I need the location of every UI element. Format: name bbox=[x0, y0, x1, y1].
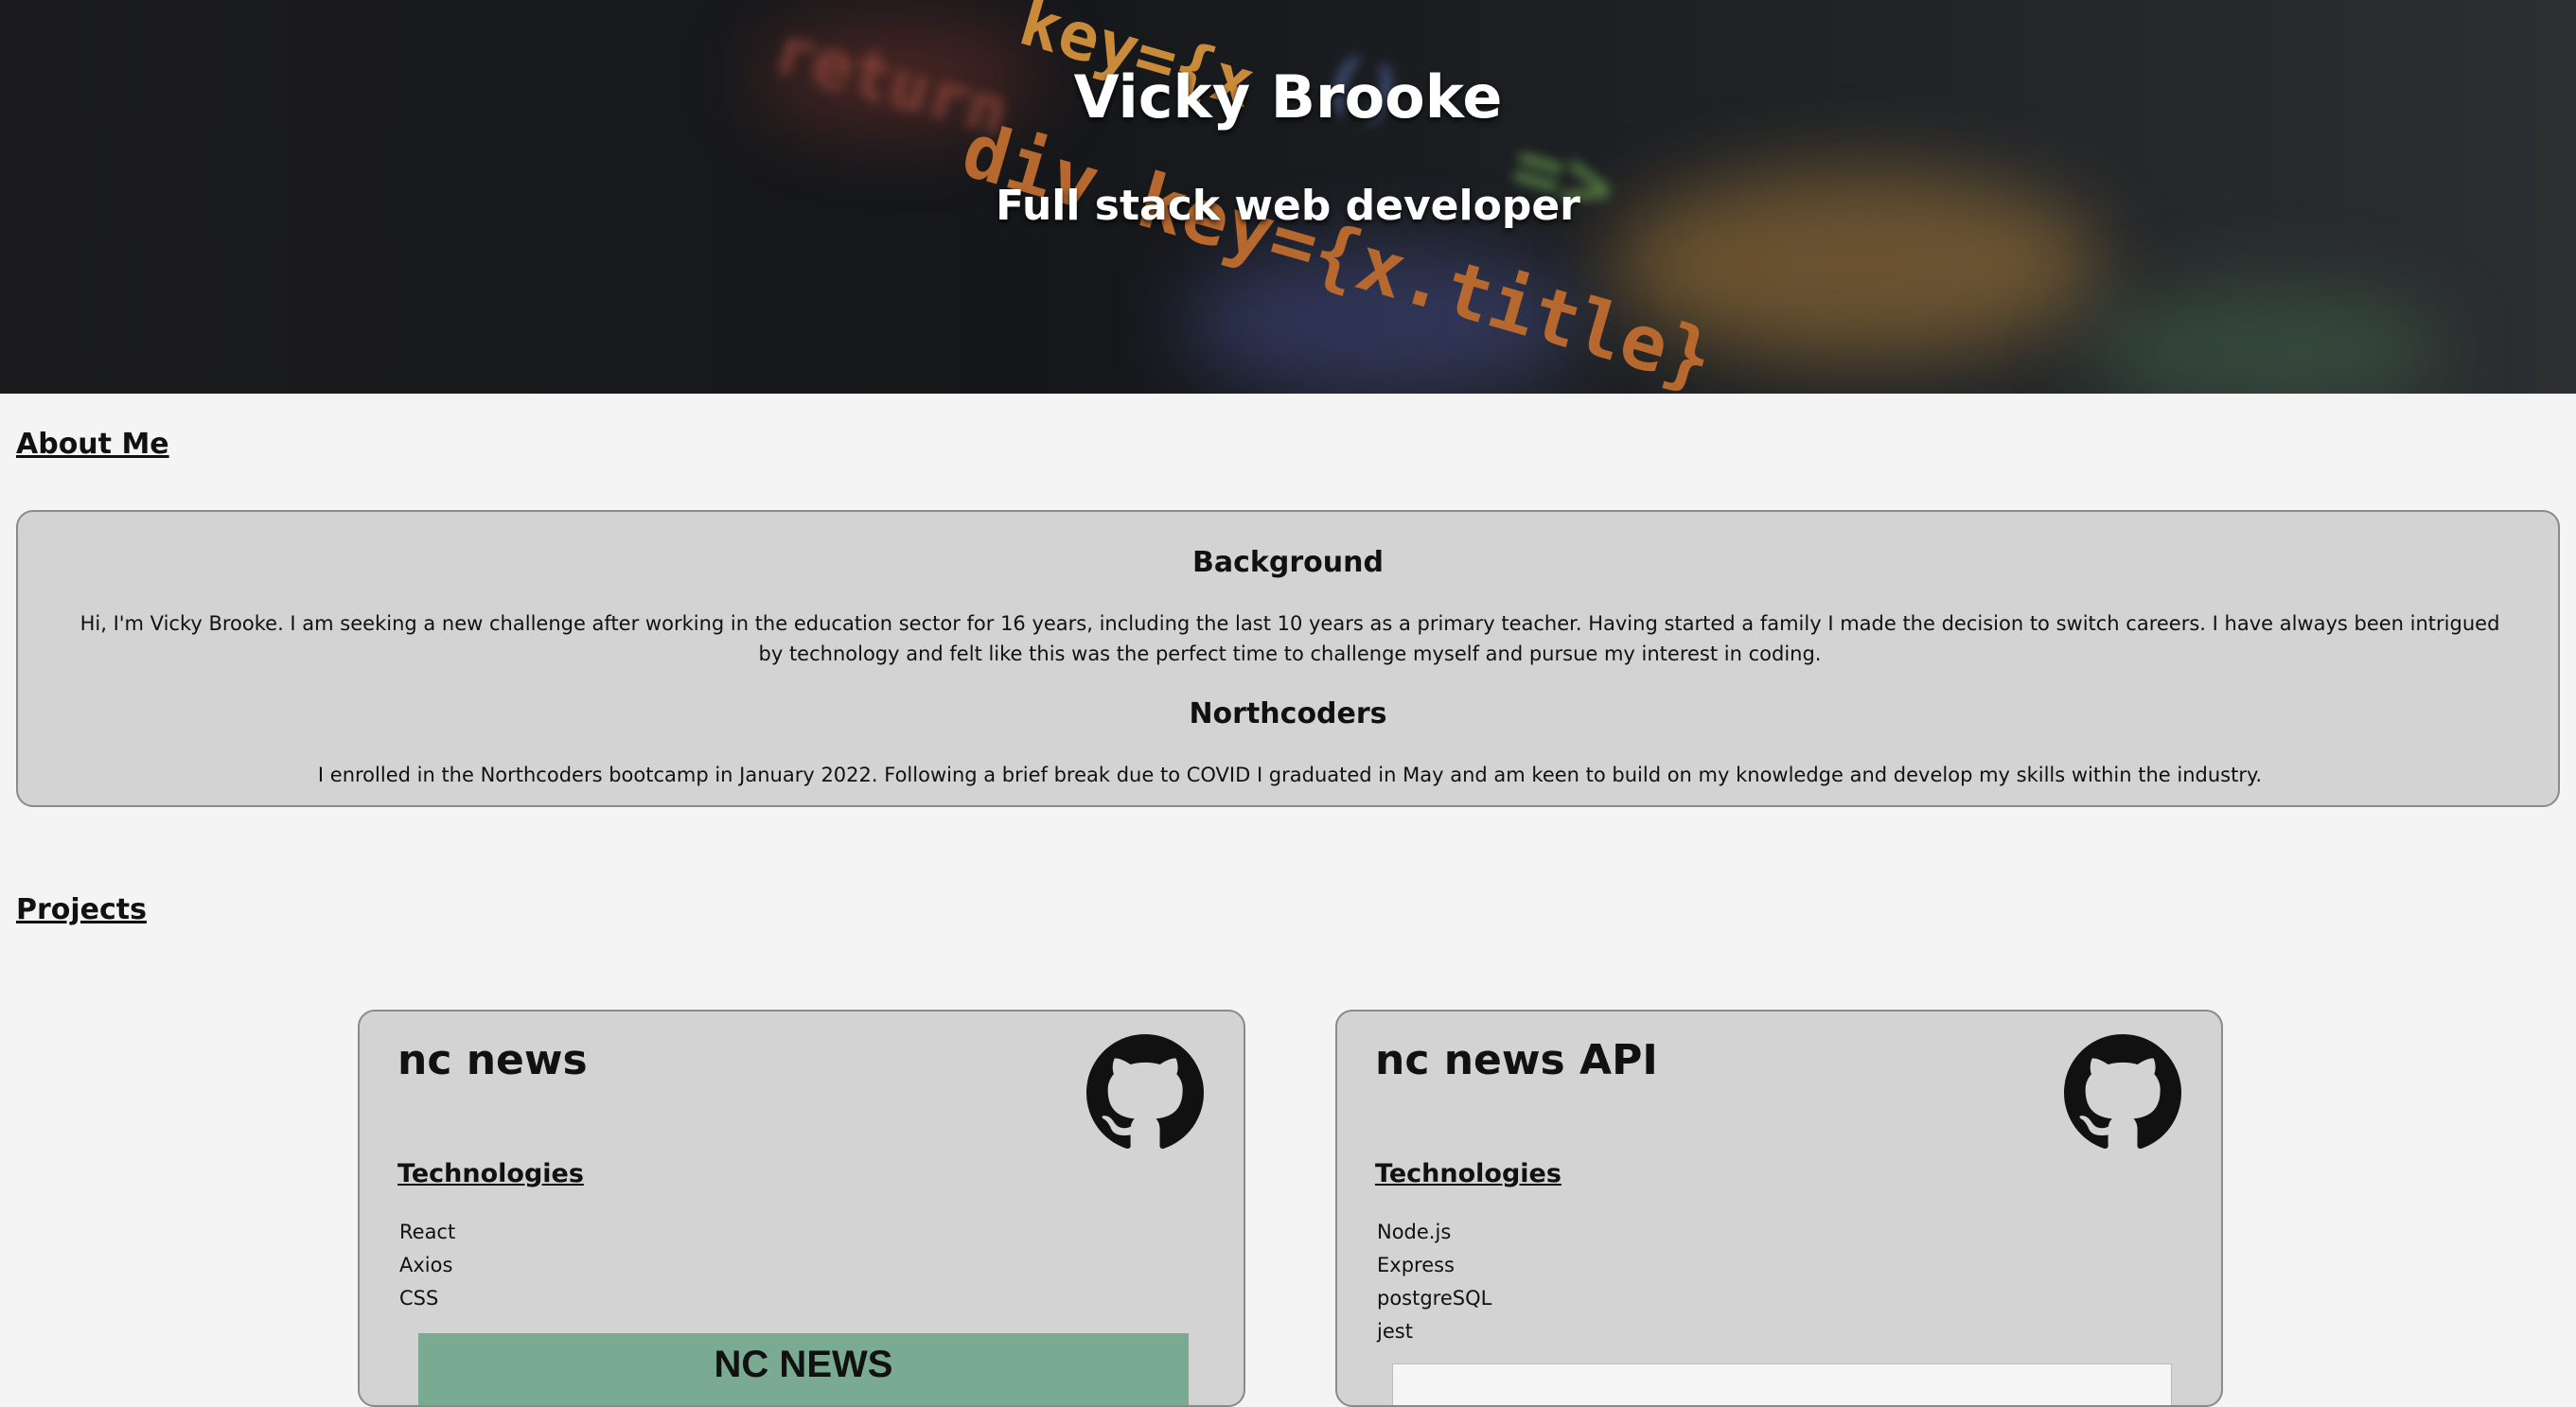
technologies-list: React Axios CSS bbox=[399, 1216, 455, 1315]
list-item: postgreSQL bbox=[1377, 1287, 1492, 1310]
project-title: nc news bbox=[397, 1036, 588, 1084]
hero-glow-green bbox=[2082, 284, 2442, 394]
github-icon[interactable] bbox=[2064, 1034, 2181, 1152]
background-text: Hi, I'm Vicky Brooke. I am seeking a new… bbox=[79, 612, 2500, 665]
list-item: jest bbox=[1377, 1320, 1413, 1343]
technologies-heading: Technologies bbox=[397, 1159, 584, 1188]
technologies-list: Node.js Express postgreSQL jest bbox=[1377, 1216, 1491, 1348]
github-icon[interactable] bbox=[1086, 1034, 1204, 1152]
list-item: Axios bbox=[399, 1254, 453, 1276]
technologies-heading: Technologies bbox=[1375, 1159, 1561, 1188]
list-item: Node.js bbox=[1377, 1221, 1452, 1243]
projects-heading: Projects bbox=[16, 893, 148, 926]
hero-banner: return key={x div key={x.title} () => Vi… bbox=[0, 0, 2576, 394]
background-title: Background bbox=[1192, 546, 1384, 579]
preview-title: NC NEWS bbox=[714, 1344, 893, 1385]
project-card-nc-news-api: nc news API Technologies Node.js Express… bbox=[1335, 1010, 2223, 1407]
page-title: Vicky Brooke bbox=[1073, 62, 1503, 132]
page-subtitle: Full stack web developer bbox=[996, 182, 1580, 230]
northcoders-text: I enrolled in the Northcoders bootcamp i… bbox=[317, 764, 2263, 786]
project-card-nc-news: nc news Technologies React Axios CSS NC … bbox=[358, 1010, 1245, 1407]
list-item: Express bbox=[1377, 1254, 1456, 1276]
about-heading: About Me bbox=[16, 428, 169, 461]
about-card: Background Hi, I'm Vicky Brooke. I am se… bbox=[16, 510, 2560, 807]
project-preview-image[interactable]: NC NEWS bbox=[418, 1333, 1189, 1405]
northcoders-title: Northcoders bbox=[1189, 697, 1387, 730]
project-preview-image[interactable] bbox=[1392, 1363, 2172, 1405]
list-item: CSS bbox=[399, 1287, 439, 1310]
list-item: React bbox=[399, 1221, 456, 1243]
project-title: nc news API bbox=[1375, 1036, 1658, 1084]
